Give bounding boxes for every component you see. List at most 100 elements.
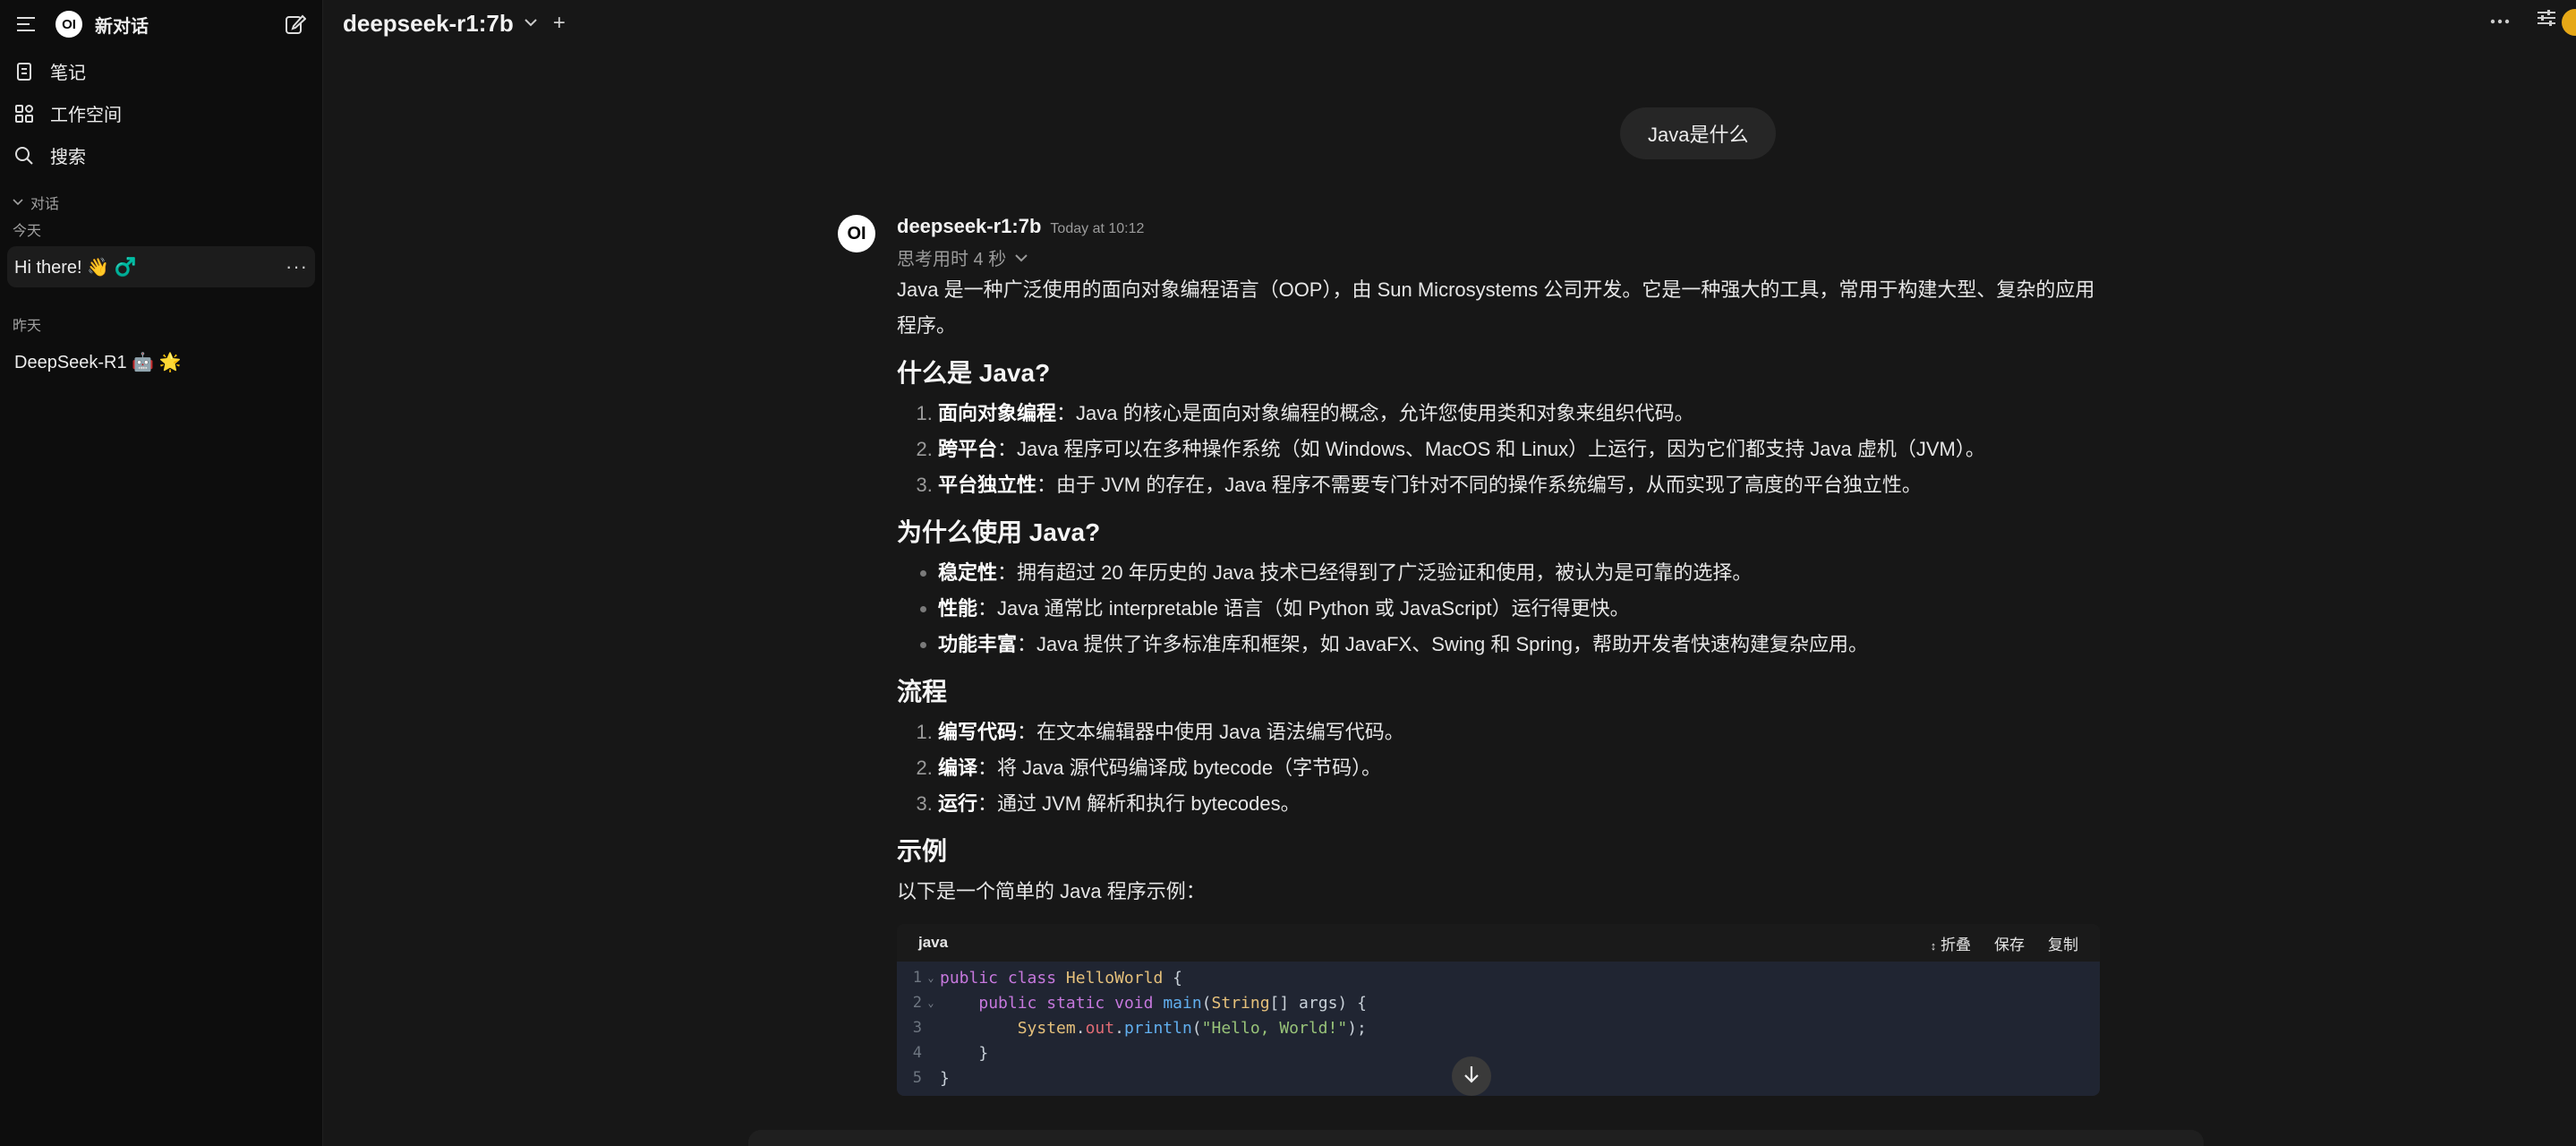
chat-item-deepseek-r1[interactable]: DeepSeek-R1 🤖 🌟 [7,341,315,382]
list-item-key: 功能丰富 [938,633,1018,655]
message-timestamp: Today at 10:12 [1050,221,1145,236]
new-chat-edit-icon[interactable] [279,8,311,40]
intro-paragraph: Java 是一种广泛使用的面向对象编程语言（OOP），由 Sun Microsy… [897,278,2095,337]
list-item: 稳定性：拥有超过 20 年历史的 Java 技术已经得到了广泛验证和使用，被认为… [938,555,2100,591]
chats-section-label: 对话 [30,197,60,212]
list-item-text: ：由于 JVM 的存在，Java 程序不需要专门针对不同的操作系统编写，从而实现… [1036,474,1922,496]
app-logo[interactable]: OI [55,11,82,38]
list-item: 编写代码：在文本编辑器中使用 Java 语法编写代码。 [938,714,2100,750]
list-item-key: 性能 [938,597,978,620]
settings-sliders-icon[interactable] [2537,9,2556,31]
message-input-edge[interactable] [748,1130,2204,1146]
list-item-key: 运行 [938,792,978,815]
ordered-list: 面向对象编程：Java 的核心是面向对象编程的概念，允许您使用类和对象来组织代码… [897,396,2100,503]
code-header: java ↕ 折叠 保存 复制 [897,924,2100,962]
thinking-duration: 思考用时 4 秒 [897,249,1007,269]
model-selector[interactable]: deepseek-r1:7b [343,10,514,38]
list-item-text: ：Java 程序可以在多种操作系统（如 Windows、MacOS 和 Linu… [997,438,1985,460]
list-item-key: 编写代码 [938,721,1018,743]
menu-icon[interactable] [11,8,43,40]
more-options-icon[interactable]: ··· [286,255,308,278]
list-item-key: 稳定性 [938,561,998,584]
group-label-yesterday: 昨天 [13,319,42,334]
bullet-list: 稳定性：拥有超过 20 年历史的 Java 技术已经得到了广泛验证和使用，被认为… [897,555,2100,663]
list-item-text: ：Java 的核心是面向对象编程的概念，允许您使用类和对象来组织代码。 [1056,402,1694,424]
ordered-list: 编写代码：在文本编辑器中使用 Java 语法编写代码。 编译：将 Java 源代… [897,714,2100,822]
list-item-text: ：在文本编辑器中使用 Java 语法编写代码。 [1017,721,1404,743]
code-block: java ↕ 折叠 保存 复制 1 ⌄ public class HelloWo… [897,924,2100,1096]
list-item-text: ：拥有超过 20 年历史的 Java 技术已经得到了广泛验证和使用，被认为是可靠… [997,561,1753,584]
topbar-actions [2490,9,2556,31]
list-item-key: 跨平台 [938,438,998,460]
thinking-toggle[interactable]: 思考用时 4 秒 [897,242,2100,272]
list-item: 功能丰富：Java 提供了许多标准库和框架，如 JavaFX、Swing 和 S… [938,627,2100,663]
list-item: 编译：将 Java 源代码编译成 bytecode（字节码）。 [938,750,2100,786]
sidebar-nav: 笔记 工作空间 搜索 [0,48,322,178]
workspace-icon [13,102,36,125]
chevron-down-icon[interactable] [525,15,537,31]
collapse-code-button[interactable]: ↕ 折叠 [1931,932,1971,954]
code-editor[interactable]: 1 ⌄ public class HelloWorld { 2 ⌄ public… [897,962,2100,1096]
save-code-button[interactable]: 保存 [1994,932,2025,954]
list-item: 性能：Java 通常比 interpretable 语言（如 Python 或 … [938,591,2100,627]
list-item-key: 平台独立性 [938,474,1037,496]
sidebar-item-workspace[interactable]: 工作空间 [7,92,315,134]
assistant-header: deepseek-r1:7b Today at 10:12 [897,215,2100,242]
notes-icon [13,60,36,83]
fold-chevron-icon[interactable]: ⌄ [922,996,940,1009]
list-item-text: ：通过 JVM 解析和执行 bytecodes。 [977,792,1301,815]
list-item: 面向对象编程：Java 的核心是面向对象编程的概念，允许您使用类和对象来组织代码… [938,396,2100,432]
search-icon [13,144,36,167]
copy-code-button[interactable]: 复制 [2048,932,2078,954]
chevron-down-icon [1015,247,1028,268]
section-heading: 流程 [897,678,948,706]
assistant-name: deepseek-r1:7b [897,215,1042,237]
line-number: 1 [912,969,922,987]
user-message-bubble: Java是什么 [1620,107,1777,159]
chevron-updown-icon: ↕ [1930,938,1937,953]
sidebar-item-label: 工作空间 [50,106,122,125]
sidebar-item-label: 笔记 [50,64,86,83]
chats-section-toggle[interactable]: 对话 [0,189,322,216]
code-line: 4 } [897,1040,2100,1065]
line-number: 4 [912,1044,922,1062]
assistant-body: deepseek-r1:7b Today at 10:12 思考用时 4 秒 J… [897,215,2100,1096]
group-label-today: 今天 [13,224,42,239]
sidebar-item-search[interactable]: 搜索 [7,134,315,176]
collapse-label: 折叠 [1941,936,1971,954]
sidebar-item-notes[interactable]: 笔记 [7,50,315,92]
sidebar-header: OI 新对话 [0,0,322,48]
code-line: 2 ⌄ public static void main(String[] arg… [897,990,2100,1015]
more-options-icon[interactable] [2490,13,2510,29]
example-intro: 以下是一个简单的 Java 程序示例： [897,880,1206,902]
top-bar: deepseek-r1:7b + [323,0,2576,47]
arrow-down-icon [1463,1065,1480,1089]
add-model-button[interactable]: + [553,11,566,36]
list-item-text: ：Java 通常比 interpretable 语言（如 Python 或 Ja… [977,597,1630,620]
list-item: 跨平台：Java 程序可以在多种操作系统（如 Windows、MacOS 和 L… [938,432,2100,467]
list-item: 运行：通过 JVM 解析和执行 bytecodes。 [938,786,2100,822]
section-heading: 什么是 Java? [897,359,1051,387]
new-chat-title[interactable]: 新对话 [95,12,279,38]
list-item-text: ：Java 提供了许多标准库和框架，如 JavaFX、Swing 和 Sprin… [1017,633,1869,655]
list-item-key: 编译 [938,757,978,779]
section-heading: 为什么使用 Java? [897,518,1101,546]
list-item: 平台独立性：由于 JVM 的存在，Java 程序不需要专门针对不同的操作系统编写… [938,467,2100,503]
scroll-to-bottom-button[interactable] [1452,1056,1491,1096]
code-text: System.out.println("Hello, World!"); [1017,1018,1367,1038]
chevron-down-icon [13,194,23,210]
code-actions: ↕ 折叠 保存 复制 [1931,932,2078,954]
assistant-avatar: OI [838,215,875,252]
code-text: } [940,1068,950,1088]
sidebar-item-label: 搜索 [50,148,86,167]
code-line: 3 System.out.println("Hello, World!"); [897,1015,2100,1040]
chat-item-hi-there[interactable]: Hi there! 👋 ♂️ ··· [7,246,315,287]
fold-chevron-icon[interactable]: ⌄ [922,971,940,984]
list-item-text: ：将 Java 源代码编译成 bytecode（字节码）。 [977,757,1382,779]
code-text: } [940,1043,989,1063]
code-line: 1 ⌄ public class HelloWorld { [897,965,2100,990]
chat-item-label: Hi there! 👋 ♂️ [14,257,137,278]
sidebar: OI 新对话 笔记 工作空间 搜索 对话 今天 Hi there! 👋 ♂️ ·… [0,0,323,1146]
line-number: 3 [912,1019,922,1037]
line-number: 5 [912,1069,922,1087]
